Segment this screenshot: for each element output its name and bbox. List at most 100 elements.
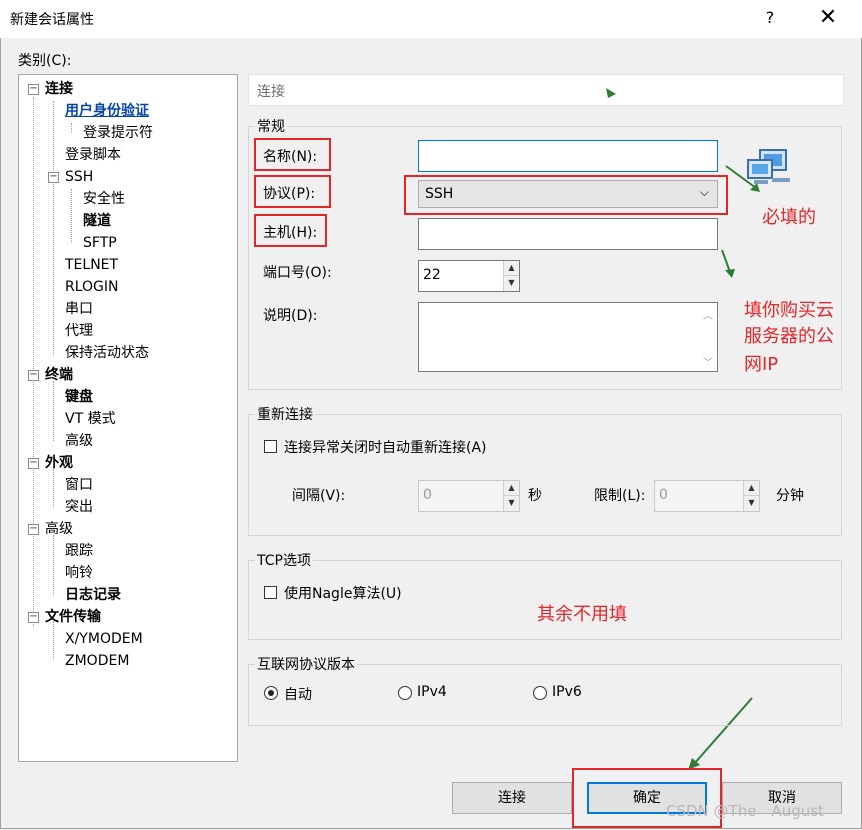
tree-item-serial[interactable]: 串口 bbox=[65, 300, 93, 318]
nagle-checkbox[interactable] bbox=[264, 586, 277, 599]
annotation-required: 必填的 bbox=[762, 207, 816, 228]
tree-item-ssh[interactable]: SSH bbox=[65, 168, 93, 186]
limit-spin[interactable]: ▲ ▼ bbox=[743, 481, 759, 511]
tree-line bbox=[33, 97, 34, 627]
protocol-value: SSH bbox=[425, 186, 454, 202]
tree-item-highlight[interactable]: 突出 bbox=[65, 498, 93, 516]
spin-down-icon[interactable]: ▼ bbox=[504, 276, 519, 291]
radio-ipv6-label: IPv6 bbox=[552, 684, 582, 700]
minutes-unit: 分钟 bbox=[776, 488, 804, 504]
tree-item-tunnel[interactable]: 隧道 bbox=[83, 212, 111, 230]
title-bar: 新建会话属性 ? ✕ bbox=[0, 0, 862, 38]
spin-up-icon[interactable]: ▲ bbox=[744, 481, 759, 496]
spin-up-icon[interactable]: ▲ bbox=[504, 261, 519, 276]
limit-stepper[interactable]: 0 ▲ ▼ bbox=[654, 480, 760, 512]
tree-item-vt-mode[interactable]: VT 模式 bbox=[65, 410, 116, 428]
tree-item-sftp[interactable]: SFTP bbox=[83, 234, 117, 252]
scroll-down-icon[interactable]: ﹀ bbox=[703, 354, 713, 369]
spin-down-icon[interactable]: ▼ bbox=[504, 496, 519, 511]
interval-spin[interactable]: ▲ ▼ bbox=[503, 481, 519, 511]
tree-line bbox=[53, 621, 54, 659]
tree-item-terminal[interactable]: 终端 bbox=[45, 366, 73, 384]
close-icon[interactable]: ✕ bbox=[814, 6, 842, 30]
host-input[interactable] bbox=[418, 218, 718, 250]
tree-item-user-auth[interactable]: 用户身份验证 bbox=[65, 102, 149, 120]
seconds-unit: 秒 bbox=[528, 488, 542, 504]
highlight-box bbox=[254, 214, 327, 247]
radio-auto[interactable] bbox=[264, 686, 278, 700]
tree-item-connection[interactable]: 连接 bbox=[45, 80, 73, 98]
collapse-icon[interactable]: − bbox=[28, 612, 39, 623]
tree-line bbox=[53, 535, 54, 595]
tree-line bbox=[53, 101, 54, 355]
interval-label: 间隔(V): bbox=[292, 488, 346, 504]
annotation-host-hint-2: 服务器的公 bbox=[744, 326, 834, 347]
tcp-group-title: TCP选项 bbox=[255, 550, 313, 570]
network-computer-icon bbox=[747, 149, 790, 184]
annotation-host-hint-3: 网IP bbox=[744, 354, 779, 375]
tree-item-login-prompt[interactable]: 登录提示符 bbox=[83, 124, 153, 142]
port-stepper[interactable]: 22 ▲ ▼ bbox=[418, 260, 520, 292]
radio-ipv4-label: IPv4 bbox=[417, 684, 447, 700]
limit-value: 0 bbox=[659, 487, 668, 503]
tree-line bbox=[53, 469, 54, 507]
port-spin[interactable]: ▲ ▼ bbox=[503, 261, 519, 291]
tree-item-advanced[interactable]: 高级 bbox=[45, 520, 73, 538]
collapse-icon[interactable]: − bbox=[28, 370, 39, 381]
tree-item-xymodem[interactable]: X/YMODEM bbox=[65, 630, 143, 648]
radio-ipv6[interactable] bbox=[533, 686, 547, 700]
protocol-select[interactable]: SSH ⌵ bbox=[418, 180, 718, 208]
annotation-host-hint-1: 填你购买云 bbox=[744, 300, 834, 321]
collapse-icon[interactable]: − bbox=[48, 172, 59, 183]
tree-item-keepalive[interactable]: 保持活动状态 bbox=[65, 344, 149, 362]
name-input[interactable] bbox=[418, 140, 718, 172]
tree-item-proxy[interactable]: 代理 bbox=[65, 322, 93, 340]
tree-item-keyboard[interactable]: 键盘 bbox=[65, 388, 93, 406]
watermark: CSDN @The August bbox=[666, 802, 824, 820]
tree-item-terminal-advanced[interactable]: 高级 bbox=[65, 432, 93, 450]
collapse-icon[interactable]: − bbox=[28, 458, 39, 469]
spin-up-icon[interactable]: ▲ bbox=[504, 481, 519, 496]
tree-item-telnet[interactable]: TELNET bbox=[65, 256, 118, 274]
scroll-up-icon[interactable]: ︿ bbox=[703, 307, 713, 322]
section-header: 连接 bbox=[248, 74, 844, 106]
connect-button[interactable]: 连接 bbox=[452, 782, 572, 814]
general-group-title: 常规 bbox=[255, 116, 287, 136]
tree-item-security[interactable]: 安全性 bbox=[83, 190, 125, 208]
tree-item-rlogin[interactable]: RLOGIN bbox=[65, 278, 119, 296]
limit-label: 限制(L): bbox=[594, 488, 646, 504]
tree-line bbox=[71, 189, 72, 243]
reconnect-group-title: 重新连接 bbox=[255, 404, 315, 424]
collapse-icon[interactable]: − bbox=[28, 84, 39, 95]
description-textarea[interactable]: ︿ ﹀ bbox=[418, 302, 718, 372]
highlight-box bbox=[254, 138, 331, 171]
help-button[interactable]: ? bbox=[758, 6, 782, 30]
tree-item-appearance[interactable]: 外观 bbox=[45, 454, 73, 472]
tree-item-trace[interactable]: 跟踪 bbox=[65, 542, 93, 560]
port-label: 端口号(O): bbox=[263, 265, 332, 281]
tree-line bbox=[71, 123, 72, 133]
tree-item-window[interactable]: 窗口 bbox=[65, 476, 93, 494]
chevron-down-icon: ⌵ bbox=[699, 185, 709, 199]
tree-item-bell[interactable]: 响铃 bbox=[65, 564, 93, 582]
tree-item-zmodem[interactable]: ZMODEM bbox=[65, 652, 129, 670]
tree-item-logging[interactable]: 日志记录 bbox=[65, 586, 121, 604]
ip-version-group-title: 互联网协议版本 bbox=[255, 654, 357, 674]
interval-value: 0 bbox=[423, 487, 432, 503]
auto-reconnect-checkbox[interactable] bbox=[264, 440, 277, 453]
tree-line bbox=[53, 381, 54, 441]
radio-auto-label: 自动 bbox=[284, 687, 312, 703]
reconnect-group bbox=[248, 414, 842, 536]
tree-item-login-script[interactable]: 登录脚本 bbox=[65, 146, 121, 164]
description-label: 说明(D): bbox=[263, 308, 318, 324]
spin-down-icon[interactable]: ▼ bbox=[744, 496, 759, 511]
collapse-icon[interactable]: − bbox=[28, 524, 39, 535]
radio-ipv4[interactable] bbox=[398, 686, 412, 700]
tree-item-file-transfer[interactable]: 文件传输 bbox=[45, 608, 101, 626]
category-tree[interactable]: − 连接 用户身份验证 登录提示符 登录脚本 − SSH 安全性 隧道 SFTP… bbox=[18, 74, 238, 762]
auto-reconnect-label: 连接异常关闭时自动重新连接(A) bbox=[284, 440, 487, 456]
nagle-label: 使用Nagle算法(U) bbox=[284, 586, 402, 602]
interval-stepper[interactable]: 0 ▲ ▼ bbox=[418, 480, 520, 512]
port-value: 22 bbox=[423, 267, 441, 283]
category-label: 类别(C): bbox=[18, 53, 72, 69]
